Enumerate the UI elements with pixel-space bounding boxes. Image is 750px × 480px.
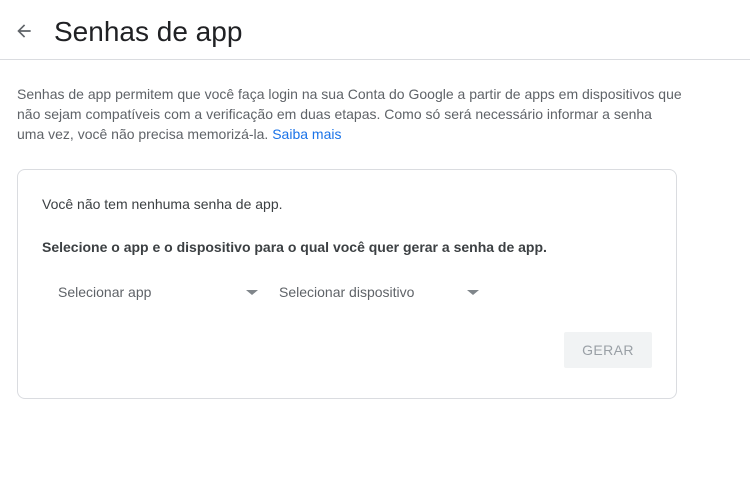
generate-instruction: Selecione o app e o dispositivo para o q… <box>42 239 547 255</box>
select-app-label: Selecionar app <box>58 284 152 300</box>
back-button[interactable] <box>10 17 38 45</box>
page-header: Senhas de app <box>0 0 750 60</box>
learn-more-link[interactable]: Saiba mais <box>272 126 341 142</box>
arrow-back-icon <box>17 24 31 38</box>
empty-message: Você não tem nenhuma senha de app. <box>42 196 283 212</box>
page-title: Senhas de app <box>54 16 243 47</box>
select-device-dropdown[interactable]: Selecionar dispositivo <box>279 278 479 306</box>
dropdown-caret-icon <box>467 289 479 295</box>
select-app-dropdown[interactable]: Selecionar app <box>58 278 258 306</box>
intro-description: Senhas de app permitem que você faça log… <box>17 86 682 142</box>
select-device-label: Selecionar dispositivo <box>279 284 415 300</box>
dropdown-caret-icon <box>246 289 258 295</box>
intro-text: Senhas de app permitem que você faça log… <box>17 84 682 144</box>
app-passwords-card: Você não tem nenhuma senha de app. Selec… <box>17 169 677 399</box>
generate-button[interactable]: GERAR <box>564 332 652 368</box>
